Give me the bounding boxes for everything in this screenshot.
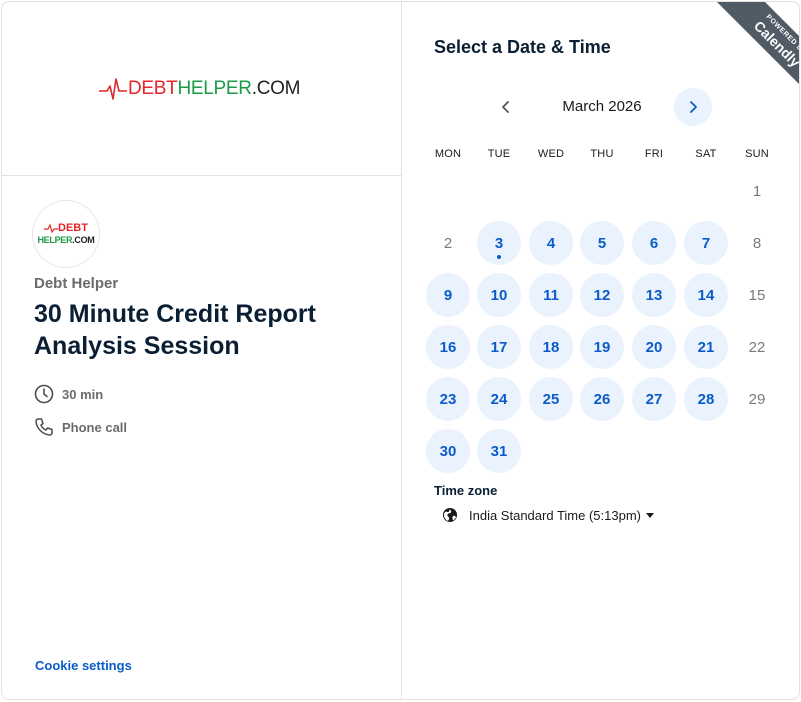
duration-row: 30 min (33, 383, 103, 405)
calendar-day-28[interactable]: 28 (684, 377, 728, 421)
debthelper-logo: DEBTHELPER.COM (99, 76, 300, 102)
calendar-day-25[interactable]: 25 (529, 377, 573, 421)
calendar-day-1: 1 (752, 182, 762, 200)
organizer-avatar: DEBT HELPER.COM (33, 201, 99, 267)
timezone-label: Time zone (434, 483, 498, 498)
avatar-text-top: DEBT (58, 222, 88, 234)
location-row: Phone call (33, 416, 127, 438)
clock-icon (34, 384, 54, 404)
phone-icon (35, 418, 53, 436)
calendar-day-27[interactable]: 27 (632, 377, 676, 421)
weekday-sun: SUN (745, 148, 769, 160)
previous-month-button[interactable] (492, 93, 520, 121)
caret-down-icon (645, 512, 654, 518)
calendar-day-20[interactable]: 20 (632, 325, 676, 369)
calendar-day-8: 8 (752, 234, 762, 252)
heartbeat-icon (99, 78, 127, 100)
weekday-thu: THU (590, 148, 614, 160)
current-month-label: March 2026 (562, 98, 642, 115)
logo-wordmark: DEBTHELPER.COM (128, 78, 301, 99)
calendar-day-11[interactable]: 11 (529, 273, 573, 317)
calendar-day-13[interactable]: 13 (632, 273, 676, 317)
today-indicator (497, 255, 501, 259)
calendar-day-9[interactable]: 9 (426, 273, 470, 317)
calendar-day-6[interactable]: 6 (632, 221, 676, 265)
logo-header: DEBTHELPER.COM (2, 2, 401, 176)
scheduler-panel: Select a Date & Time POWERED BY Calendly… (402, 2, 799, 699)
booking-card: DEBTHELPER.COM DEBT HELPER.COM Debt Help… (1, 1, 800, 700)
cookie-settings-link[interactable]: Cookie settings (35, 658, 132, 673)
calendar-day-15: 15 (748, 286, 766, 304)
calendar-day-30[interactable]: 30 (426, 429, 470, 473)
weekday-tue: TUE (487, 148, 511, 160)
calendar-day-18[interactable]: 18 (529, 325, 573, 369)
calendar-day-12[interactable]: 12 (580, 273, 624, 317)
duration-text: 30 min (62, 386, 104, 402)
calendar-day-21[interactable]: 21 (684, 325, 728, 369)
avatar-heartbeat-icon (44, 223, 59, 233)
calendar-day-5[interactable]: 5 (580, 221, 624, 265)
location-text: Phone call (62, 419, 128, 435)
organizer-name: Debt Helper (34, 275, 119, 292)
event-title: 30 Minute Credit Report Analysis Session (34, 300, 316, 360)
timezone-value: India Standard Time (5:13pm) (469, 507, 641, 523)
event-details-panel: DEBTHELPER.COM DEBT HELPER.COM Debt Help… (2, 2, 402, 699)
avatar-text-bottom: HELPER.COM (37, 235, 95, 245)
calendar-day-29: 29 (748, 390, 766, 408)
calendar-day-14[interactable]: 14 (684, 273, 728, 317)
chevron-left-icon (502, 101, 509, 113)
calendar-day-10[interactable]: 10 (477, 273, 521, 317)
calendar-day-26[interactable]: 26 (580, 377, 624, 421)
calendar-day-2: 2 (443, 234, 453, 252)
calendar-day-7[interactable]: 7 (684, 221, 728, 265)
weekday-wed: WED (537, 148, 565, 160)
calendar-day-24[interactable]: 24 (477, 377, 521, 421)
select-date-heading: Select a Date & Time (434, 37, 611, 57)
calendar-day-23[interactable]: 23 (426, 377, 470, 421)
next-month-button[interactable] (674, 88, 712, 126)
calendar-day-17[interactable]: 17 (477, 325, 521, 369)
weekday-mon: MON (434, 148, 462, 160)
calendar-day-16[interactable]: 16 (426, 325, 470, 369)
weekday-fri: FRI (644, 148, 664, 160)
calendar-day-4[interactable]: 4 (529, 221, 573, 265)
weekday-sat: SAT (695, 148, 717, 160)
timezone-selector[interactable]: India Standard Time (5:13pm) (442, 507, 654, 523)
chevron-right-icon (690, 101, 697, 113)
calendar-day-3[interactable]: 3 (477, 221, 521, 265)
calendar-day-19[interactable]: 19 (580, 325, 624, 369)
calendar-day-31[interactable]: 31 (477, 429, 521, 473)
month-navigation: March 2026 (402, 87, 799, 127)
calendar-day-22: 22 (748, 338, 766, 356)
globe-icon (443, 508, 457, 522)
